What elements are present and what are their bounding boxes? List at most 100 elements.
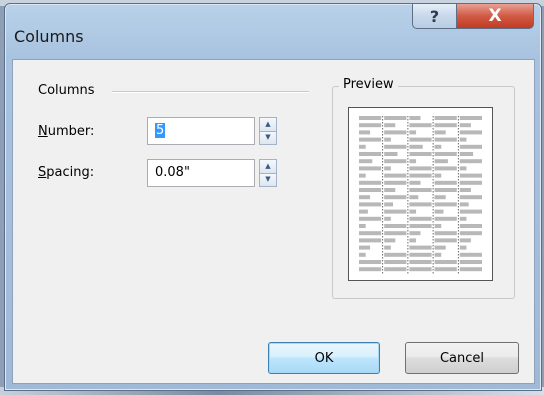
preview-text-line xyxy=(384,224,407,228)
preview-text-line xyxy=(409,116,421,120)
number-value: 5 xyxy=(155,123,166,138)
preview-text-line xyxy=(409,252,432,257)
preview-text-line xyxy=(384,116,407,120)
preview-text-line xyxy=(434,209,444,214)
preview-text-line xyxy=(359,216,382,221)
dialog-body: Columns Number: 5 ▲ ▼ Spacing: 0.08" ▲ ▼… xyxy=(12,59,535,384)
preview-text-line xyxy=(434,224,442,228)
preview-text-line xyxy=(409,224,432,228)
preview-text-line xyxy=(359,195,371,200)
title-bar[interactable]: Columns ? X xyxy=(5,4,541,60)
preview-text-line xyxy=(434,202,457,207)
preview-text-line xyxy=(459,231,482,236)
preview-text-line xyxy=(384,260,407,264)
help-icon: ? xyxy=(429,6,440,26)
close-button[interactable]: X xyxy=(456,4,534,29)
preview-text-line xyxy=(384,152,398,156)
preview-text-line xyxy=(384,130,407,135)
preview-text-line xyxy=(409,173,432,178)
preview-text-line xyxy=(384,195,407,200)
preview-text-line xyxy=(359,224,366,228)
number-up-arrow-icon[interactable]: ▲ xyxy=(259,117,277,132)
preview-text-line xyxy=(409,159,417,164)
preview-text-line xyxy=(459,166,467,171)
preview-text-line xyxy=(409,195,419,200)
preview-label: Preview xyxy=(339,77,398,92)
preview-text-line xyxy=(359,159,373,164)
preview-text-line xyxy=(434,188,457,192)
close-icon: X xyxy=(488,6,502,26)
preview-text-line xyxy=(409,123,432,128)
preview-text-line xyxy=(459,123,471,128)
preview-text-line xyxy=(459,267,482,272)
number-spinner[interactable]: ▲ ▼ xyxy=(259,117,277,145)
preview-text-line xyxy=(434,166,457,171)
preview-text-line xyxy=(384,238,396,243)
preview-text-line xyxy=(384,180,407,185)
preview-text-line xyxy=(359,166,382,171)
preview-page xyxy=(348,107,493,281)
spacing-spinner[interactable]: ▲ ▼ xyxy=(259,159,277,187)
preview-text-line xyxy=(359,152,382,156)
preview-text-line xyxy=(409,166,432,171)
preview-columns-graphic xyxy=(359,116,482,274)
preview-text-line xyxy=(459,245,467,250)
preview-text-line xyxy=(409,209,417,214)
preview-text-line xyxy=(359,267,382,272)
preview-text-line xyxy=(384,137,391,142)
preview-text-line xyxy=(409,267,432,272)
preview-text-line xyxy=(459,159,482,164)
preview-text-line xyxy=(359,202,382,207)
preview-text-line xyxy=(434,195,446,200)
preview-text-line xyxy=(459,209,482,214)
preview-text-line xyxy=(459,216,467,221)
ok-button[interactable]: OK xyxy=(268,342,380,374)
preview-text-line xyxy=(359,188,382,192)
spacing-label: Spacing: xyxy=(38,165,95,180)
spacing-up-arrow-icon[interactable]: ▲ xyxy=(259,159,277,174)
spacing-down-arrow-icon[interactable]: ▼ xyxy=(259,173,277,187)
cancel-label: Cancel xyxy=(439,350,485,366)
preview-text-line xyxy=(409,188,432,192)
preview-text-line xyxy=(359,209,368,214)
preview-text-line xyxy=(384,209,407,214)
preview-text-line xyxy=(459,260,482,264)
preview-text-line xyxy=(459,173,482,178)
preview-text-line xyxy=(434,159,448,164)
number-down-arrow-icon[interactable]: ▼ xyxy=(259,131,277,145)
columns-group-label: Columns xyxy=(38,83,95,98)
preview-text-line xyxy=(409,180,421,185)
preview-text-line xyxy=(434,216,457,221)
preview-text-line xyxy=(384,166,391,171)
preview-text-line xyxy=(459,144,482,149)
preview-text-line xyxy=(459,180,482,185)
preview-text-line xyxy=(409,137,432,142)
preview-text-line xyxy=(434,180,457,185)
preview-text-line xyxy=(459,202,469,207)
preview-text-line xyxy=(359,137,382,142)
preview-text-line xyxy=(434,231,457,236)
help-button[interactable]: ? xyxy=(412,4,457,29)
preview-text-line xyxy=(409,144,423,149)
preview-text-line xyxy=(459,224,482,228)
spacing-input[interactable]: 0.08" xyxy=(147,159,255,187)
preview-text-line xyxy=(434,245,446,250)
preview-text-line xyxy=(459,152,474,156)
preview-text-line xyxy=(434,144,442,149)
preview-text-line xyxy=(359,116,382,120)
preview-text-line xyxy=(359,173,366,178)
preview-text-line xyxy=(359,123,382,128)
number-input[interactable]: 5 xyxy=(147,117,255,145)
preview-text-line xyxy=(434,116,457,120)
preview-text-line xyxy=(459,130,482,135)
preview-text-line xyxy=(459,195,482,200)
preview-text-line xyxy=(359,130,371,135)
preview-text-line xyxy=(409,216,432,221)
preview-text-line xyxy=(459,137,467,142)
preview-text-line xyxy=(384,267,407,272)
preview-text-line xyxy=(409,152,432,156)
preview-text-line xyxy=(384,252,407,257)
preview-text-line xyxy=(409,130,417,135)
cancel-button[interactable]: Cancel xyxy=(405,342,519,374)
preview-text-line xyxy=(409,245,432,250)
